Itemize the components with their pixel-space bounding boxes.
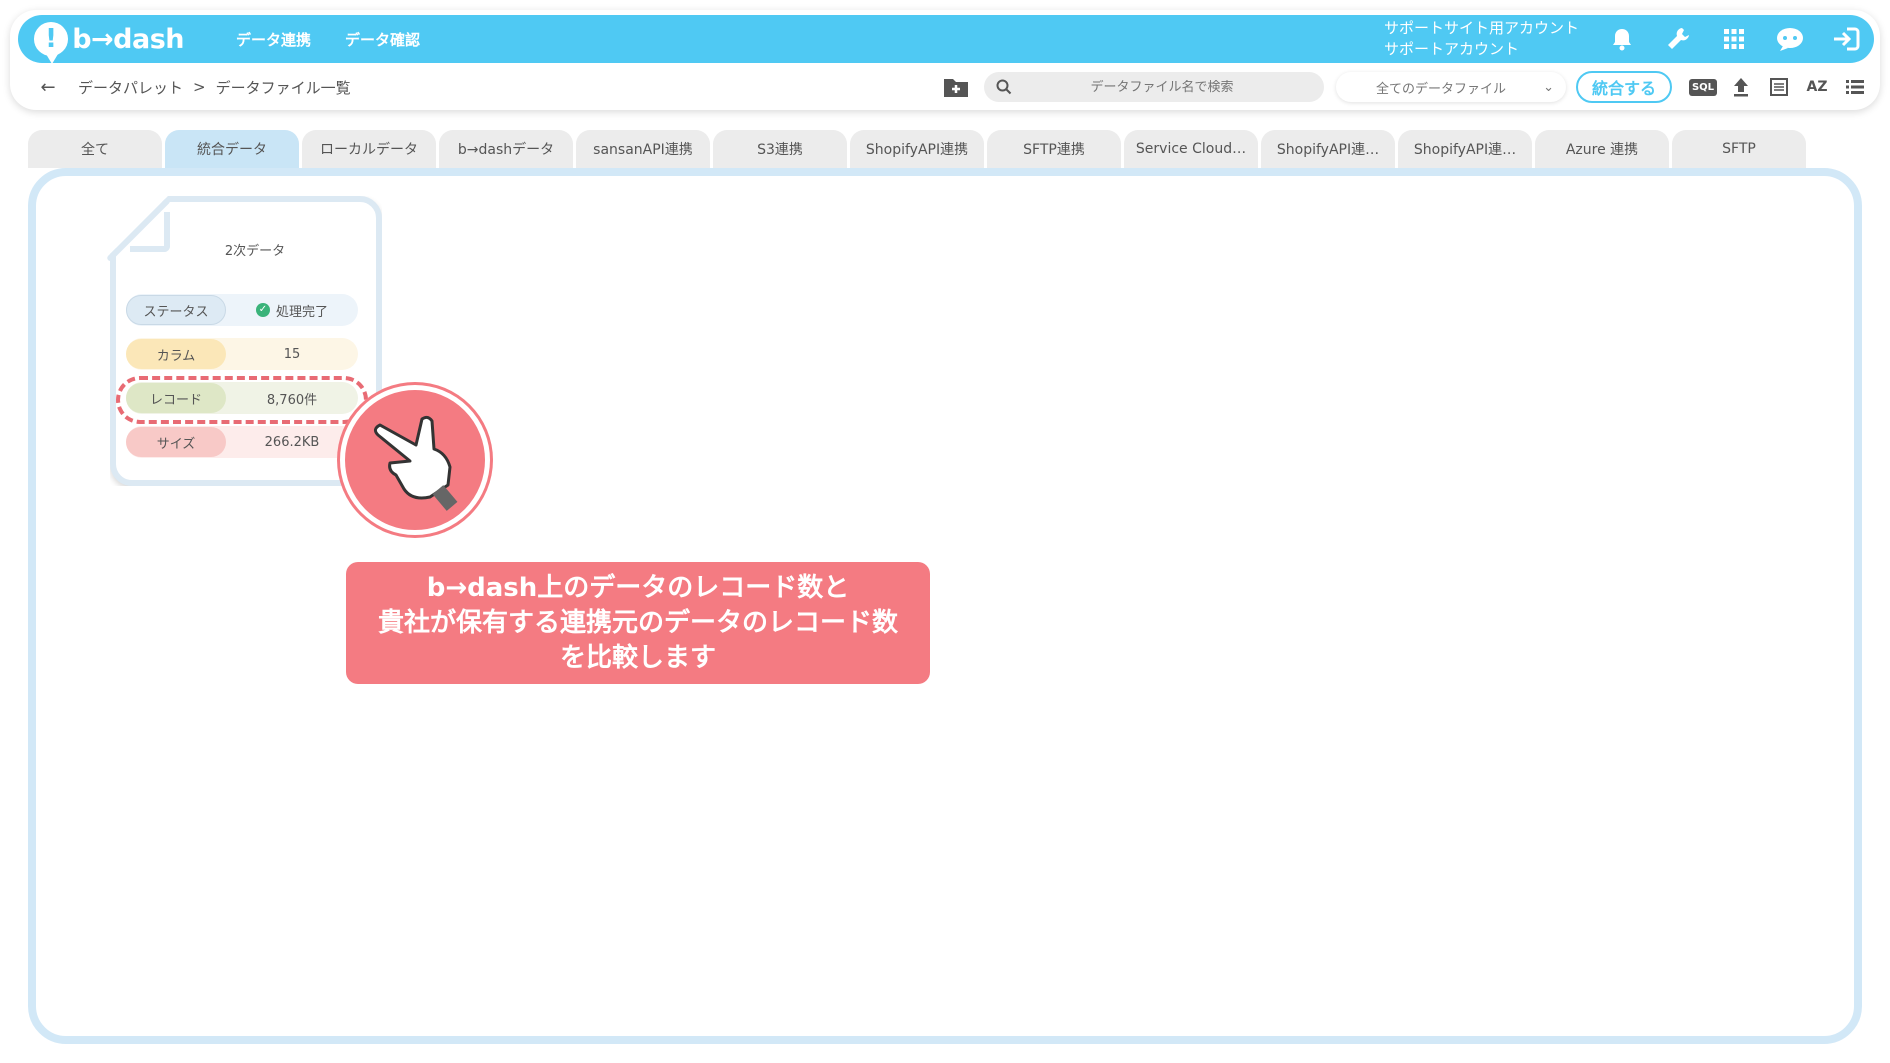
apps-grid-icon[interactable]: [1706, 15, 1762, 63]
pointing-hand-badge: [340, 385, 490, 535]
tab-shopify-api[interactable]: ShopifyAPI連携: [850, 130, 984, 168]
nav-data-check[interactable]: データ確認: [345, 29, 420, 50]
sub-toolbar: ← データパレット > データファイル一覧 全てのデータファイル ⌄ 統合する …: [18, 70, 1874, 104]
tab-all[interactable]: 全て: [28, 130, 162, 168]
tab-merged-data[interactable]: 統合データ: [165, 130, 299, 168]
callout-line-2: 貴社が保有する連携元のデータのレコード数: [377, 607, 898, 638]
tab-local-data[interactable]: ローカルデータ: [302, 130, 436, 168]
list-view-icon[interactable]: [1836, 71, 1874, 103]
breadcrumb-parent[interactable]: データパレット: [78, 77, 183, 98]
wrench-icon[interactable]: [1650, 15, 1706, 63]
column-row: カラム 15: [126, 338, 358, 370]
bell-icon[interactable]: [1594, 15, 1650, 63]
breadcrumb-current: データファイル一覧: [215, 78, 351, 97]
sql-label: SQL: [1688, 78, 1718, 96]
search-box: [983, 72, 1324, 102]
tab-azure[interactable]: Azure 連携: [1535, 130, 1669, 168]
list-detail-icon[interactable]: [1760, 71, 1798, 103]
search-icon: [996, 79, 1012, 95]
tab-s3[interactable]: S3連携: [713, 130, 847, 168]
search-input[interactable]: [1011, 79, 1312, 95]
logout-icon[interactable]: [1818, 15, 1874, 63]
source-tabs: 全て 統合データ ローカルデータ b→dashデータ sansanAPI連携 S…: [28, 130, 1809, 168]
account-site-name: サポートサイト用アカウント: [1384, 19, 1580, 37]
logo[interactable]: ! b→dash: [34, 22, 184, 64]
record-highlight-outline: [116, 376, 368, 424]
account-name: サポートアカウント: [1384, 40, 1520, 58]
explanation-callout: b→dash上のデータのレコード数と 貴社が保有する連携元のデータのレコード数 …: [346, 562, 930, 684]
merge-button[interactable]: 統合する: [1575, 71, 1672, 103]
back-arrow-icon[interactable]: ←: [28, 77, 68, 98]
size-value: 266.2KB: [264, 434, 320, 450]
column-value: 15: [283, 346, 301, 362]
chat-support-icon[interactable]: [1762, 15, 1818, 63]
callout-line-1: b→dash上のデータのレコード数と: [426, 572, 850, 603]
status-row: ステータス ✓ 処理完了: [126, 294, 358, 326]
tab-shopify-api-3[interactable]: ShopifyAPI連…: [1398, 130, 1532, 168]
sql-icon[interactable]: SQL: [1684, 71, 1722, 103]
size-label: サイズ: [126, 427, 226, 457]
status-value: 処理完了: [275, 304, 328, 320]
status-label: ステータス: [126, 295, 226, 325]
tab-service-cloud[interactable]: Service Cloud…: [1124, 130, 1258, 168]
tab-sansan-api[interactable]: sansanAPI連携: [576, 130, 710, 168]
chevron-down-icon: ⌄: [1543, 79, 1554, 95]
status-value-wrap: ✓ 処理完了: [226, 301, 358, 320]
file-filter-select[interactable]: 全てのデータファイル ⌄: [1335, 72, 1566, 102]
column-label: カラム: [126, 339, 226, 369]
pointing-hand-icon: [373, 415, 458, 511]
new-folder-icon[interactable]: [938, 73, 974, 101]
tab-sftp-link[interactable]: SFTP連携: [987, 130, 1121, 168]
callout-line-3: を比較します: [559, 642, 716, 673]
tab-bdash-data[interactable]: b→dashデータ: [439, 130, 573, 168]
size-row: サイズ 266.2KB: [126, 426, 358, 458]
file-filter-value: 全てのデータファイル: [1375, 81, 1506, 97]
app-header: ! b→dash データ連携 データ確認 サポートサイト用アカウント サポートア…: [18, 15, 1874, 64]
sort-az-icon[interactable]: AZ: [1798, 71, 1836, 103]
nav-data-link[interactable]: データ連携: [236, 29, 311, 50]
account-info[interactable]: サポートサイト用アカウント サポートアカウント: [1384, 18, 1594, 60]
tab-shopify-api-2[interactable]: ShopifyAPI連…: [1261, 130, 1395, 168]
logo-bubble-icon: !: [34, 22, 69, 64]
tab-sftp[interactable]: SFTP: [1672, 130, 1806, 168]
card-title[interactable]: 2次データ: [180, 240, 330, 259]
check-circle-icon: ✓: [255, 303, 270, 317]
upload-icon[interactable]: [1722, 71, 1760, 103]
logo-text: b→dash: [72, 23, 184, 55]
breadcrumb-separator: >: [193, 78, 206, 96]
